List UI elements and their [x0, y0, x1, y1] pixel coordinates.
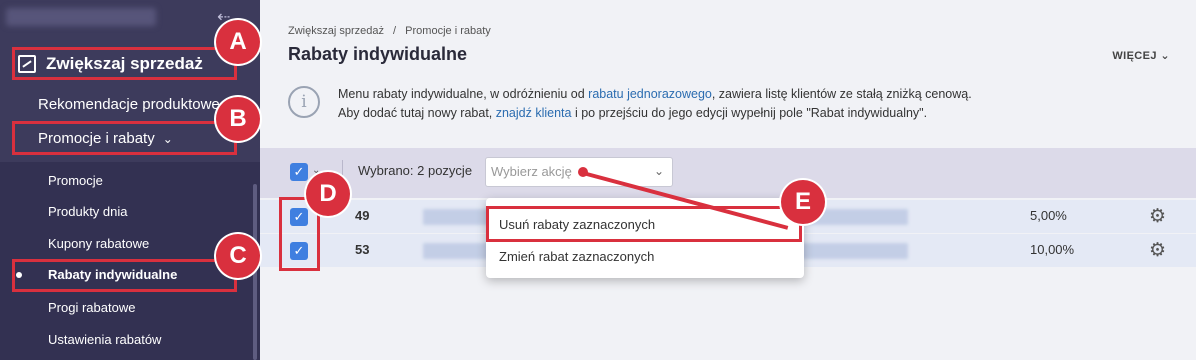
- link-rabat-jednorazowy[interactable]: rabatu jednorazowego: [588, 87, 712, 101]
- breadcrumb-separator: /: [393, 25, 397, 37]
- sidebar-scrollbar[interactable]: [253, 184, 257, 360]
- info-text: Menu rabaty indywidualne, w odróżnieniu …: [338, 85, 972, 123]
- annotation-badge-e: E: [781, 180, 825, 224]
- gear-icon[interactable]: ⚙: [1149, 205, 1166, 228]
- sidebar-subitem-kupony[interactable]: Kupony rabatowe: [48, 236, 149, 251]
- sidebar-subitem-promocje[interactable]: Promocje: [48, 173, 103, 188]
- option-zmien-rabat[interactable]: Zmień rabat zaznaczonych: [499, 249, 654, 264]
- breadcrumb: Zwiększaj sprzedaż / Promocje i rabaty: [288, 25, 491, 37]
- info-line2-end: i po przejściu do jego edycji wypełnij p…: [571, 106, 928, 120]
- info-icon: i: [288, 86, 320, 118]
- row-discount: 10,00%: [1030, 242, 1075, 257]
- highlight-rabaty-indywidualne: [12, 259, 237, 292]
- sidebar-subitem-produkty-dnia[interactable]: Produkty dnia: [48, 204, 128, 219]
- annotation-badge-b: B: [216, 97, 260, 141]
- store-name-blurred: [6, 8, 156, 26]
- main-content: Zwiększaj sprzedaż / Promocje i rabaty R…: [260, 0, 1196, 360]
- highlight-usun-option: [486, 206, 802, 242]
- info-line2-start: Aby dodać tutaj nowy rabat,: [338, 106, 496, 120]
- gear-icon[interactable]: ⚙: [1149, 239, 1166, 262]
- page-title: Rabaty indywidualne: [288, 44, 468, 64]
- breadcrumb-current[interactable]: Promocje i rabaty: [405, 25, 491, 37]
- highlight-section: [12, 47, 237, 80]
- selection-count: Wybrano: 2 pozycje: [358, 163, 473, 178]
- row-discount: 5,00%: [1030, 208, 1067, 223]
- sidebar-subitem-ustawienia[interactable]: Ustawienia rabatów: [48, 332, 161, 347]
- chevron-down-icon: ⌄: [1160, 50, 1170, 62]
- select-placeholder: Wybierz akcję: [491, 164, 572, 179]
- breadcrumb-parent[interactable]: Zwiększaj sprzedaż: [288, 25, 384, 37]
- info-line1-end: , zawiera listę klientów ze stałą zniżką…: [711, 87, 972, 101]
- annotation-badge-a: A: [216, 20, 260, 64]
- row-id: 53: [355, 242, 370, 257]
- chevron-down-icon: ⌄: [653, 164, 664, 178]
- select-all-checkbox[interactable]: ✓: [290, 163, 308, 181]
- more-button[interactable]: WIĘCEJ ⌄: [1112, 49, 1170, 62]
- highlight-promocje: [12, 121, 237, 155]
- more-label: WIĘCEJ: [1112, 50, 1157, 62]
- annotation-badge-d: D: [306, 172, 350, 216]
- link-znajdz-klienta[interactable]: znajdź klienta: [496, 106, 572, 120]
- sidebar-subitem-progi[interactable]: Progi rabatowe: [48, 300, 135, 315]
- info-line1-start: Menu rabaty indywidualne, w odróżnieniu …: [338, 87, 589, 101]
- annotation-connector-dot: [578, 167, 588, 177]
- sidebar-item-rekomendacje[interactable]: Rekomendacje produktowe: [38, 96, 220, 113]
- row-id: 49: [355, 208, 370, 223]
- annotation-badge-c: C: [216, 234, 260, 278]
